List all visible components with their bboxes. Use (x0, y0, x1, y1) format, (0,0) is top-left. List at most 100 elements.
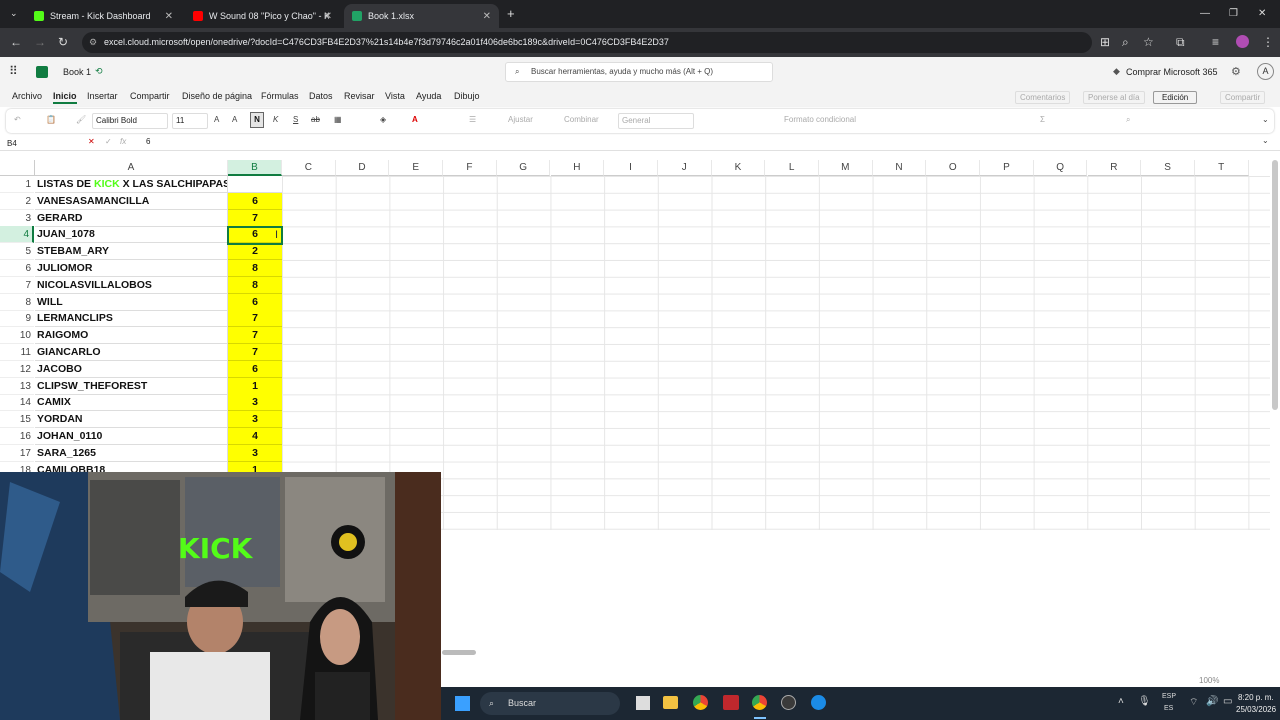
title-cell-a1[interactable]: LISTAS DE KICK X LAS SALCHIPAPAS: (35, 176, 228, 193)
row-header-6[interactable]: 6 (0, 260, 34, 277)
name-cell[interactable]: STEBAM_ARY (35, 243, 228, 261)
row-header-15[interactable]: 15 (0, 411, 34, 429)
name-cell[interactable]: WILL (35, 293, 228, 311)
task-view-icon[interactable] (636, 696, 650, 710)
row-header-12[interactable]: 12 (0, 361, 34, 378)
name-cell[interactable]: JUAN_1078 (35, 226, 228, 244)
name-box[interactable]: B4 (4, 137, 76, 150)
profile-avatar[interactable] (1236, 35, 1249, 48)
score-cell[interactable]: 6 (228, 360, 282, 378)
back-icon[interactable]: ← (10, 35, 22, 49)
name-cell[interactable]: NICOLASVILLALOBOS (35, 276, 228, 294)
font-size-select[interactable]: 11 (172, 113, 208, 129)
zoom-icon[interactable]: ⌕ (1122, 35, 1129, 50)
score-cell[interactable]: 7 (228, 310, 282, 328)
chrome-icon[interactable] (693, 695, 708, 710)
score-cell[interactable]: 1 (228, 377, 282, 395)
media-icon[interactable]: ≡ (1212, 35, 1219, 49)
paste-icon[interactable]: 📋 (46, 115, 56, 124)
undo-icon[interactable]: ↶ (14, 115, 21, 124)
row-header-17[interactable]: 17 (0, 445, 34, 462)
italic-button[interactable]: K (273, 115, 278, 124)
number-format-select[interactable]: General (618, 113, 694, 129)
score-cell[interactable]: 7 (228, 327, 282, 345)
app-icon[interactable] (723, 695, 739, 710)
row-header-9[interactable]: 9 (0, 310, 34, 328)
column-header-k[interactable]: K (711, 160, 766, 176)
function-icon[interactable]: fx (120, 137, 126, 146)
fill-color-icon[interactable]: ◈ (380, 115, 386, 124)
volume-icon[interactable]: 🔊 (1206, 696, 1218, 707)
catch-up-button[interactable]: Ponerse al día (1083, 91, 1145, 104)
close-icon[interactable]: ✕ (165, 11, 173, 22)
zoom-level[interactable]: 100% (1199, 676, 1219, 685)
name-cell[interactable]: YORDAN (35, 411, 228, 429)
column-header-l[interactable]: L (765, 160, 819, 176)
menu-revisar[interactable]: Revisar (344, 91, 375, 101)
align-icon[interactable]: ☰ (469, 115, 476, 124)
taskbar-search[interactable]: ⌕ Buscar (480, 692, 620, 715)
menu-archivo[interactable]: Archivo (12, 91, 42, 101)
column-header-d[interactable]: D (335, 160, 390, 176)
row-header-14[interactable]: 14 (0, 394, 34, 412)
borders-icon[interactable]: ▦ (334, 115, 342, 124)
empty-cell-b1[interactable] (228, 176, 282, 193)
column-header-p[interactable]: P (980, 160, 1034, 176)
column-header-m[interactable]: M (819, 160, 873, 176)
row-header-3[interactable]: 3 (0, 210, 34, 227)
horizontal-scrollbar[interactable] (442, 650, 476, 655)
row-header-7[interactable]: 7 (0, 277, 34, 294)
name-cell[interactable]: JACOBO (35, 360, 228, 378)
name-cell[interactable]: GIANCARLO (35, 344, 228, 361)
sum-icon[interactable]: Σ (1040, 115, 1045, 124)
comments-button[interactable]: Comentarios (1015, 91, 1071, 104)
forward-icon[interactable]: → (34, 35, 46, 49)
menu-inicio[interactable]: Inicio (53, 91, 77, 104)
increase-font-icon[interactable]: A (214, 115, 219, 124)
column-header-b[interactable]: B (228, 160, 282, 176)
tab-kick-dashboard[interactable]: Stream - Kick Dashboard ✕ (26, 4, 181, 28)
close-window-button[interactable]: ✕ (1258, 8, 1266, 19)
settings-gear-icon[interactable]: ⚙ (1231, 65, 1241, 78)
column-header-g[interactable]: G (496, 160, 551, 176)
score-cell[interactable]: 7 (228, 209, 282, 227)
score-cell[interactable]: 2 (228, 243, 282, 261)
score-cell[interactable]: 4 (228, 428, 282, 445)
language-top[interactable]: ESP (1162, 693, 1176, 700)
chrome-active-icon[interactable] (752, 695, 767, 710)
extensions-icon[interactable]: ⧉ (1176, 35, 1185, 50)
column-header-i[interactable]: I (604, 160, 658, 176)
score-cell[interactable]: 8 (228, 276, 282, 294)
font-color-icon[interactable]: A (412, 115, 418, 124)
close-icon[interactable]: ✕ (483, 11, 491, 22)
url-input[interactable]: ⚙ excel.cloud.microsoft/open/onedrive/?d… (82, 32, 1092, 53)
ribbon-expand-icon[interactable]: ⌄ (1262, 115, 1269, 124)
name-cell[interactable]: CAMIX (35, 394, 228, 412)
row-header-16[interactable]: 16 (0, 428, 34, 445)
formula-input[interactable]: 6 (146, 137, 150, 146)
minimize-button[interactable]: — (1200, 8, 1210, 19)
name-cell[interactable]: GERARD (35, 209, 228, 227)
close-icon[interactable]: ✕ (324, 11, 332, 22)
clock-date[interactable]: 25/03/2026 (1236, 705, 1276, 714)
name-cell[interactable]: SARA_1265 (35, 444, 228, 462)
account-avatar[interactable]: A (1257, 63, 1274, 80)
reload-icon[interactable]: ↻ (58, 35, 68, 49)
row-header-10[interactable]: 10 (0, 327, 34, 345)
tab-youtube[interactable]: W Sound 08 "Pico y Chao" - Ki ✕ (185, 4, 340, 28)
battery-icon[interactable]: ▭ (1223, 696, 1232, 707)
score-cell[interactable]: 3 (228, 394, 282, 412)
menu-ayuda[interactable]: Ayuda (416, 91, 441, 101)
row-header-11[interactable]: 11 (0, 344, 34, 361)
row-header-4[interactable]: 4 (0, 226, 34, 244)
name-cell[interactable]: JULIOMOR (35, 260, 228, 277)
app-launcher-icon[interactable]: ⠿ (9, 64, 18, 78)
column-header-e[interactable]: E (389, 160, 444, 176)
column-header-c[interactable]: C (282, 160, 336, 176)
row-header-5[interactable]: 5 (0, 243, 34, 261)
menu-vista[interactable]: Vista (385, 91, 405, 101)
select-all-corner[interactable] (0, 160, 35, 176)
language-bottom[interactable]: ES (1164, 705, 1173, 712)
score-cell[interactable]: 7 (228, 344, 282, 361)
column-header-h[interactable]: H (550, 160, 605, 176)
